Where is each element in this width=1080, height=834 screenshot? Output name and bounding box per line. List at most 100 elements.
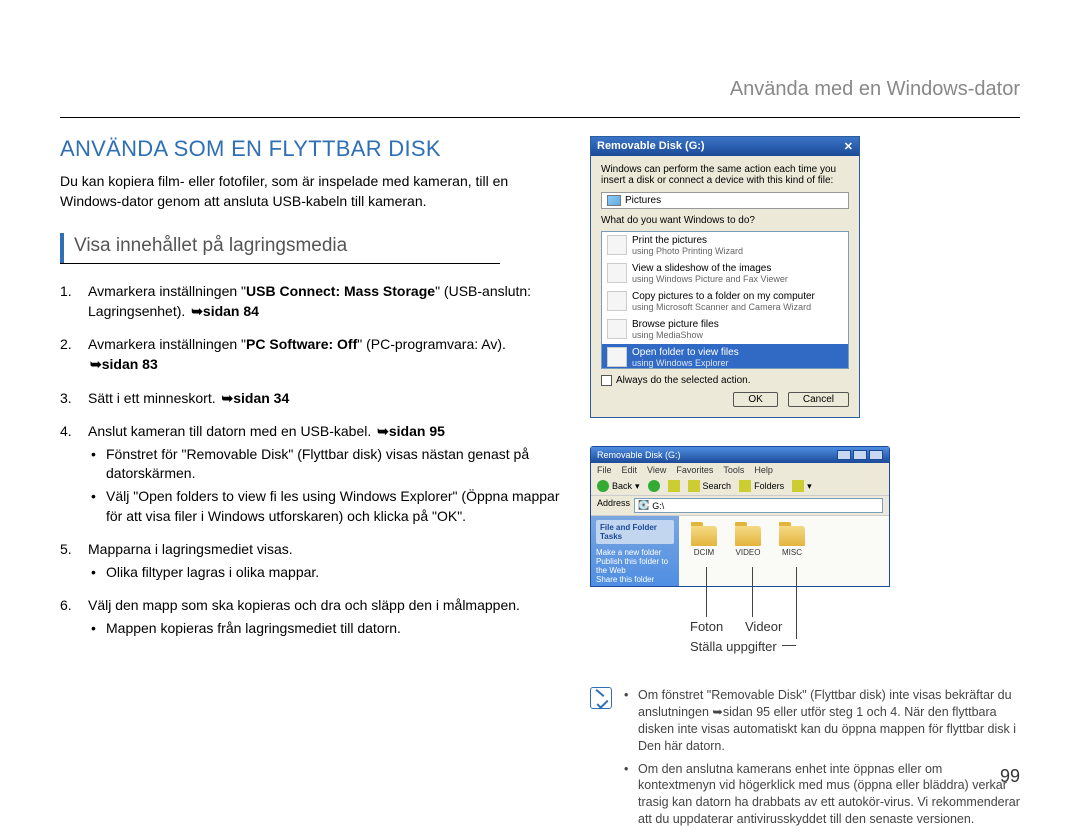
folders-icon — [739, 480, 751, 492]
bullet: Mappen kopieras från lagringsmediet till… — [88, 619, 560, 639]
views-icon — [792, 480, 804, 492]
dialog-question: What do you want Windows to do? — [601, 215, 849, 226]
picture-icon — [607, 195, 621, 206]
folder-icon — [779, 526, 805, 546]
always-checkbox-row[interactable]: Always do the selected action. — [601, 375, 849, 386]
search-icon — [688, 480, 700, 492]
bullet: Fönstret för "Removable Disk" (Flyttbar … — [88, 445, 560, 484]
explorer-titlebar: Removable Disk (G:) — [591, 447, 889, 463]
note-box: Om fönstret "Removable Disk" (Flyttbar d… — [590, 687, 1020, 834]
menu-item[interactable]: Edit — [622, 465, 638, 475]
dialog-buttons: OK Cancel — [601, 392, 849, 407]
step-5-bullets: Olika filtyper lagras i olika mappar. — [88, 563, 560, 583]
subheading: Visa innehållet på lagringsmedia — [74, 233, 347, 263]
callout-line — [796, 567, 797, 639]
folder-dcim[interactable]: DCIM — [691, 526, 717, 586]
views-button[interactable]: ▾ — [792, 480, 812, 492]
action-item[interactable]: Browse picture filesusing MediaShow — [602, 316, 848, 344]
step-number: 6. — [60, 596, 72, 616]
menu-item[interactable]: File — [597, 465, 612, 475]
step-4-bullets: Fönstret för "Removable Disk" (Flyttbar … — [88, 445, 560, 526]
ok-button[interactable]: OK — [733, 392, 777, 407]
back-button[interactable]: Back ▾ — [597, 480, 640, 492]
camera-icon — [607, 291, 627, 311]
forward-button[interactable] — [648, 480, 660, 492]
callout-line — [752, 567, 753, 617]
step-2: 2. Avmarkera inställningen "PC Software:… — [60, 335, 560, 374]
forward-icon — [648, 480, 660, 492]
dialog-titlebar: Removable Disk (G:) ✕ — [591, 137, 859, 156]
dialog-filetype: Pictures — [601, 192, 849, 209]
close-icon[interactable] — [869, 450, 883, 460]
step-text: Avmarkera inställningen "PC Software: Of… — [88, 336, 506, 372]
dialog-title-text: Removable Disk (G:) — [597, 140, 705, 153]
explorer-body: File and Folder Tasks Make a new folder … — [591, 516, 889, 586]
drive-icon: 💽 — [638, 500, 649, 511]
callout-videor: Videor — [745, 619, 782, 634]
window-controls — [837, 450, 883, 460]
explorer-sidebar: File and Folder Tasks Make a new folder … — [591, 516, 679, 586]
page: Använda med en Windows-dator ANVÄNDA SOM… — [0, 0, 1080, 827]
step-6: 6. Välj den mapp som ska kopieras och dr… — [60, 596, 560, 638]
autoplay-dialog: Removable Disk (G:) ✕ Windows can perfor… — [590, 136, 860, 418]
dialog-body: Windows can perform the same action each… — [591, 156, 859, 417]
step-text: Sätt i ett minneskort. ➥sidan 34 — [88, 390, 291, 406]
folder-icon — [691, 526, 717, 546]
search-button[interactable]: Search — [688, 480, 732, 492]
sidebar-tasks: File and Folder Tasks — [596, 520, 674, 544]
menu-item[interactable]: Help — [754, 465, 773, 475]
folders-button[interactable]: Folders — [739, 480, 784, 492]
up-button[interactable] — [668, 480, 680, 492]
note-icon — [590, 687, 612, 709]
callout-line — [782, 645, 796, 646]
step-text: Mapparna i lagringsmediet visas. — [88, 541, 293, 557]
step-text: Avmarkera inställningen "USB Connect: Ma… — [88, 283, 531, 319]
always-label: Always do the selected action. — [616, 375, 751, 386]
step-text: Anslut kameran till datorn med en USB-ka… — [88, 423, 447, 439]
step-number: 1. — [60, 282, 72, 302]
step-5: 5. Mapparna i lagringsmediet visas. Olik… — [60, 540, 560, 582]
dialog-intro: Windows can perform the same action each… — [601, 164, 849, 186]
main-title: ANVÄNDA SOM EN FLYTTBAR DISK — [60, 136, 560, 162]
step-6-bullets: Mappen kopieras från lagringsmediet till… — [88, 619, 560, 639]
subheading-bar — [60, 233, 64, 263]
bullet: Välj "Open folders to view fi les using … — [88, 487, 560, 526]
checkbox[interactable] — [601, 375, 612, 386]
action-list[interactable]: Print the picturesusing Photo Printing W… — [601, 231, 849, 369]
pictures-label: Pictures — [625, 195, 661, 206]
explorer-menu: File Edit View Favorites Tools Help — [591, 463, 889, 477]
menu-item[interactable]: Favorites — [676, 465, 713, 475]
page-number: 99 — [1000, 766, 1020, 787]
step-4: 4. Anslut kameran till datorn med en USB… — [60, 422, 560, 526]
bullet: Olika filtyper lagras i olika mappar. — [88, 563, 560, 583]
lead-paragraph: Du kan kopiera film- eller fotofiler, so… — [60, 172, 560, 211]
menu-item[interactable]: View — [647, 465, 666, 475]
action-item-selected[interactable]: Open folder to view filesusing Windows E… — [602, 344, 848, 369]
step-number: 2. — [60, 335, 72, 355]
explorer-toolbar: Back ▾ Search Folders ▾ — [591, 477, 889, 496]
left-column: ANVÄNDA SOM EN FLYTTBAR DISK Du kan kopi… — [60, 136, 560, 834]
menu-item[interactable]: Tools — [723, 465, 744, 475]
step-number: 4. — [60, 422, 72, 442]
action-item[interactable]: Copy pictures to a folder on my computer… — [602, 288, 848, 316]
maximize-icon[interactable] — [853, 450, 867, 460]
close-icon[interactable]: ✕ — [844, 140, 853, 153]
address-input[interactable]: 💽 G:\ — [634, 498, 883, 513]
action-item[interactable]: Print the picturesusing Photo Printing W… — [602, 232, 848, 260]
address-label: Address — [597, 498, 630, 513]
folder-misc[interactable]: MISC — [779, 526, 805, 586]
cancel-button[interactable]: Cancel — [788, 392, 849, 407]
callout-line — [706, 567, 707, 617]
steps-list: 1. Avmarkera inställningen "USB Connect:… — [60, 282, 560, 638]
step-number: 3. — [60, 389, 72, 409]
note-list: Om fönstret "Removable Disk" (Flyttbar d… — [622, 687, 1020, 834]
callout-uppgifter: Ställa uppgifter — [690, 639, 777, 654]
action-item[interactable]: View a slideshow of the imagesusing Wind… — [602, 260, 848, 288]
printer-icon — [607, 235, 627, 255]
minimize-icon[interactable] — [837, 450, 851, 460]
note-item: Om den anslutna kamerans enhet inte öppn… — [622, 761, 1020, 829]
divider — [60, 117, 1020, 118]
folder-open-icon — [607, 347, 627, 367]
explorer-title-text: Removable Disk (G:) — [597, 450, 681, 460]
folder-video[interactable]: VIDEO — [735, 526, 761, 586]
